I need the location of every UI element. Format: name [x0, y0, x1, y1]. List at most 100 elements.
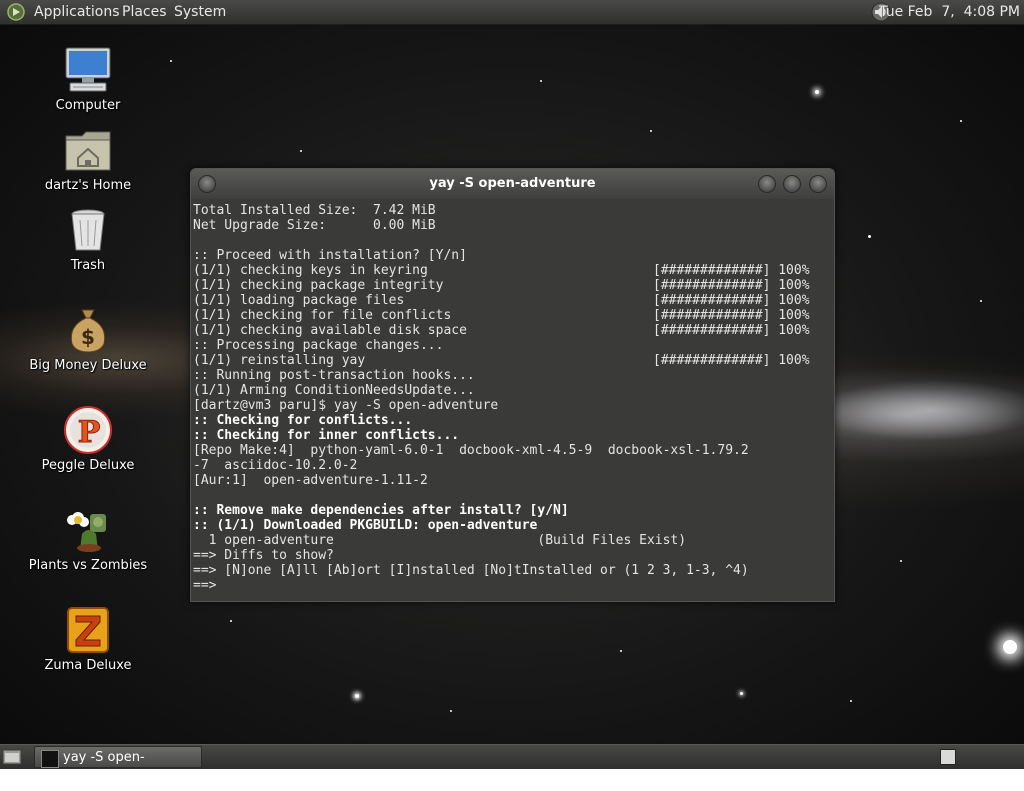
desktop-icon-zuma[interactable]: Zuma Deluxe	[28, 604, 148, 673]
star	[1003, 640, 1017, 654]
terminal-line: 1 open-adventure (Build Files Exist)	[193, 533, 834, 548]
applications-menu[interactable]: Applications	[34, 3, 120, 21]
desktop-icon-plants-vs-zombies[interactable]: Plants vs Zombies	[28, 504, 148, 573]
terminal-line-text: (1/1) reinstalling yay	[193, 353, 366, 368]
terminal-line: (1/1) checking keys in keyring [#########…	[193, 263, 834, 278]
terminal-line-text: ==>	[193, 578, 217, 593]
desktop-icon-big-money[interactable]: $ Big Money Deluxe	[28, 304, 148, 373]
terminal-line: (1/1) Arming ConditionNeedsUpdate...	[193, 383, 834, 398]
terminal-line: (1/1) checking package integrity [#######…	[193, 278, 834, 293]
terminal-line-text: (1/1) checking for file conflicts	[193, 308, 452, 323]
home-folder-icon	[62, 124, 114, 176]
zuma-icon	[62, 604, 114, 656]
terminal-line: (1/1) checking available disk space [####…	[193, 323, 834, 338]
terminal-line-text: (1/1) loading package files	[193, 293, 405, 308]
applications-logo-icon[interactable]	[6, 2, 26, 22]
desktop-icon-label: Trash	[70, 258, 106, 273]
terminal-line: [Repo Make:4] python-yaml-6.0-1 docbook-…	[193, 443, 834, 458]
terminal-window[interactable]: yay -S open-adventure Total Installed Si…	[190, 168, 835, 602]
window-menu-button[interactable]	[198, 175, 216, 193]
show-desktop-icon[interactable]	[2, 748, 22, 766]
desktop-icon-label: Plants vs Zombies	[28, 558, 148, 573]
terminal-line-text: ==> [N]one [A]ll [Ab]ort [I]nstalled [No…	[193, 563, 749, 578]
terminal-line-text: -7 asciidoc-10.2.0-2	[193, 458, 358, 473]
star	[815, 90, 819, 94]
terminal-line-text: :: Checking for inner conflicts...	[193, 428, 460, 443]
clock[interactable]: Tue Feb 7, 4:08 PM	[879, 3, 1020, 21]
desktop-icon-trash[interactable]: Trash	[28, 204, 148, 273]
star	[540, 80, 542, 82]
desktop-icon-peggle[interactable]: P Peggle Deluxe	[28, 404, 148, 473]
svg-text:P: P	[78, 415, 101, 450]
terminal-line-text: [Aur:1] open-adventure-1.11-2	[193, 473, 428, 488]
progress-indicator: [#############] 100%	[653, 308, 810, 323]
terminal-line: (1/1) loading package files [############…	[193, 293, 834, 308]
desktop-icon-computer[interactable]: Computer	[28, 44, 148, 113]
terminal-line: (1/1) reinstalling yay [#############] 10…	[193, 353, 834, 368]
terminal-line: :: Processing package changes...	[193, 338, 834, 353]
progress-indicator: [#############] 100%	[653, 323, 810, 338]
star	[868, 235, 871, 238]
star	[900, 560, 902, 562]
svg-text:$: $	[81, 325, 95, 349]
star	[450, 710, 452, 712]
computer-icon	[62, 44, 114, 96]
terminal-icon	[41, 750, 59, 768]
terminal-line-text: :: Checking for conflicts...	[193, 413, 413, 428]
terminal-line-text: [Repo Make:4] python-yaml-6.0-1 docbook-…	[193, 443, 749, 458]
terminal-line-text: Net Upgrade Size: 0.00 MiB	[193, 218, 436, 233]
terminal-line: Net Upgrade Size: 0.00 MiB	[193, 218, 834, 233]
terminal-line: :: Running post-transaction hooks...	[193, 368, 834, 383]
workspace-switcher[interactable]	[940, 749, 956, 765]
star	[355, 694, 359, 698]
progress-indicator: [#############] 100%	[653, 278, 810, 293]
money-bag-icon: $	[62, 304, 114, 356]
star	[170, 60, 172, 62]
terminal-line-text: :: Processing package changes...	[193, 338, 444, 353]
bottom-panel: yay -S open-adventure	[0, 744, 1024, 787]
terminal-line: :: Checking for inner conflicts...	[193, 428, 834, 443]
progress-indicator: [#############] 100%	[653, 353, 810, 368]
terminal-line-text: (1/1) checking package integrity	[193, 278, 444, 293]
desktop-icon-label: Computer	[55, 98, 121, 113]
progress-indicator: [#############] 100%	[653, 293, 810, 308]
desktop-icon-label: Peggle Deluxe	[41, 458, 135, 473]
terminal-line-text: :: Remove make dependencies after instal…	[193, 503, 569, 518]
terminal-line: :: Remove make dependencies after instal…	[193, 503, 834, 518]
close-button[interactable]	[809, 175, 827, 193]
window-title: yay -S open-adventure	[429, 176, 596, 191]
desktop-icon-label: Zuma Deluxe	[44, 658, 132, 673]
terminal-line: [dartz@vm3 paru]$ yay -S open-adventure	[193, 398, 834, 413]
minimize-button[interactable]	[758, 175, 776, 193]
star	[980, 300, 982, 302]
plants-vs-zombies-icon	[62, 504, 114, 556]
terminal-line: :: Checking for conflicts...	[193, 413, 834, 428]
terminal-line-text: 1 open-adventure (Build Files Exist)	[193, 533, 687, 548]
terminal-line-text: :: (1/1) Downloaded PKGBUILD: open-adven…	[193, 518, 538, 533]
terminal-line: ==>	[193, 578, 834, 593]
star	[960, 120, 962, 122]
star	[230, 620, 232, 622]
desktop-icon-label: Big Money Deluxe	[29, 358, 147, 373]
terminal-line: -7 asciidoc-10.2.0-2	[193, 458, 834, 473]
star	[740, 692, 743, 695]
places-menu[interactable]: Places	[122, 3, 167, 21]
terminal-line-text: Total Installed Size: 7.42 MiB	[193, 203, 436, 218]
terminal-line: ==> [N]one [A]ll [Ab]ort [I]nstalled [No…	[193, 563, 834, 578]
terminal-line: :: Proceed with installation? [Y/n]	[193, 248, 834, 263]
top-panel: Applications Places System Tue Feb 7, 4:…	[0, 0, 1024, 25]
terminal-titlebar[interactable]: yay -S open-adventure	[191, 169, 834, 199]
taskbar-button-terminal[interactable]: yay -S open-adventure	[34, 746, 202, 787]
terminal-line: :: (1/1) Downloaded PKGBUILD: open-adven…	[193, 518, 834, 533]
terminal-line-text: (1/1) checking keys in keyring	[193, 263, 428, 278]
peggle-icon: P	[62, 404, 114, 456]
terminal-line: [Aur:1] open-adventure-1.11-2	[193, 473, 834, 488]
star	[850, 700, 852, 702]
desktop-icon-home[interactable]: dartz's Home	[28, 124, 148, 193]
maximize-button[interactable]	[783, 175, 801, 193]
system-menu[interactable]: System	[174, 3, 226, 21]
terminal-output[interactable]: Total Installed Size: 7.42 MiB Net Upgrad…	[191, 199, 834, 601]
terminal-line-text: :: Running post-transaction hooks...	[193, 368, 475, 383]
